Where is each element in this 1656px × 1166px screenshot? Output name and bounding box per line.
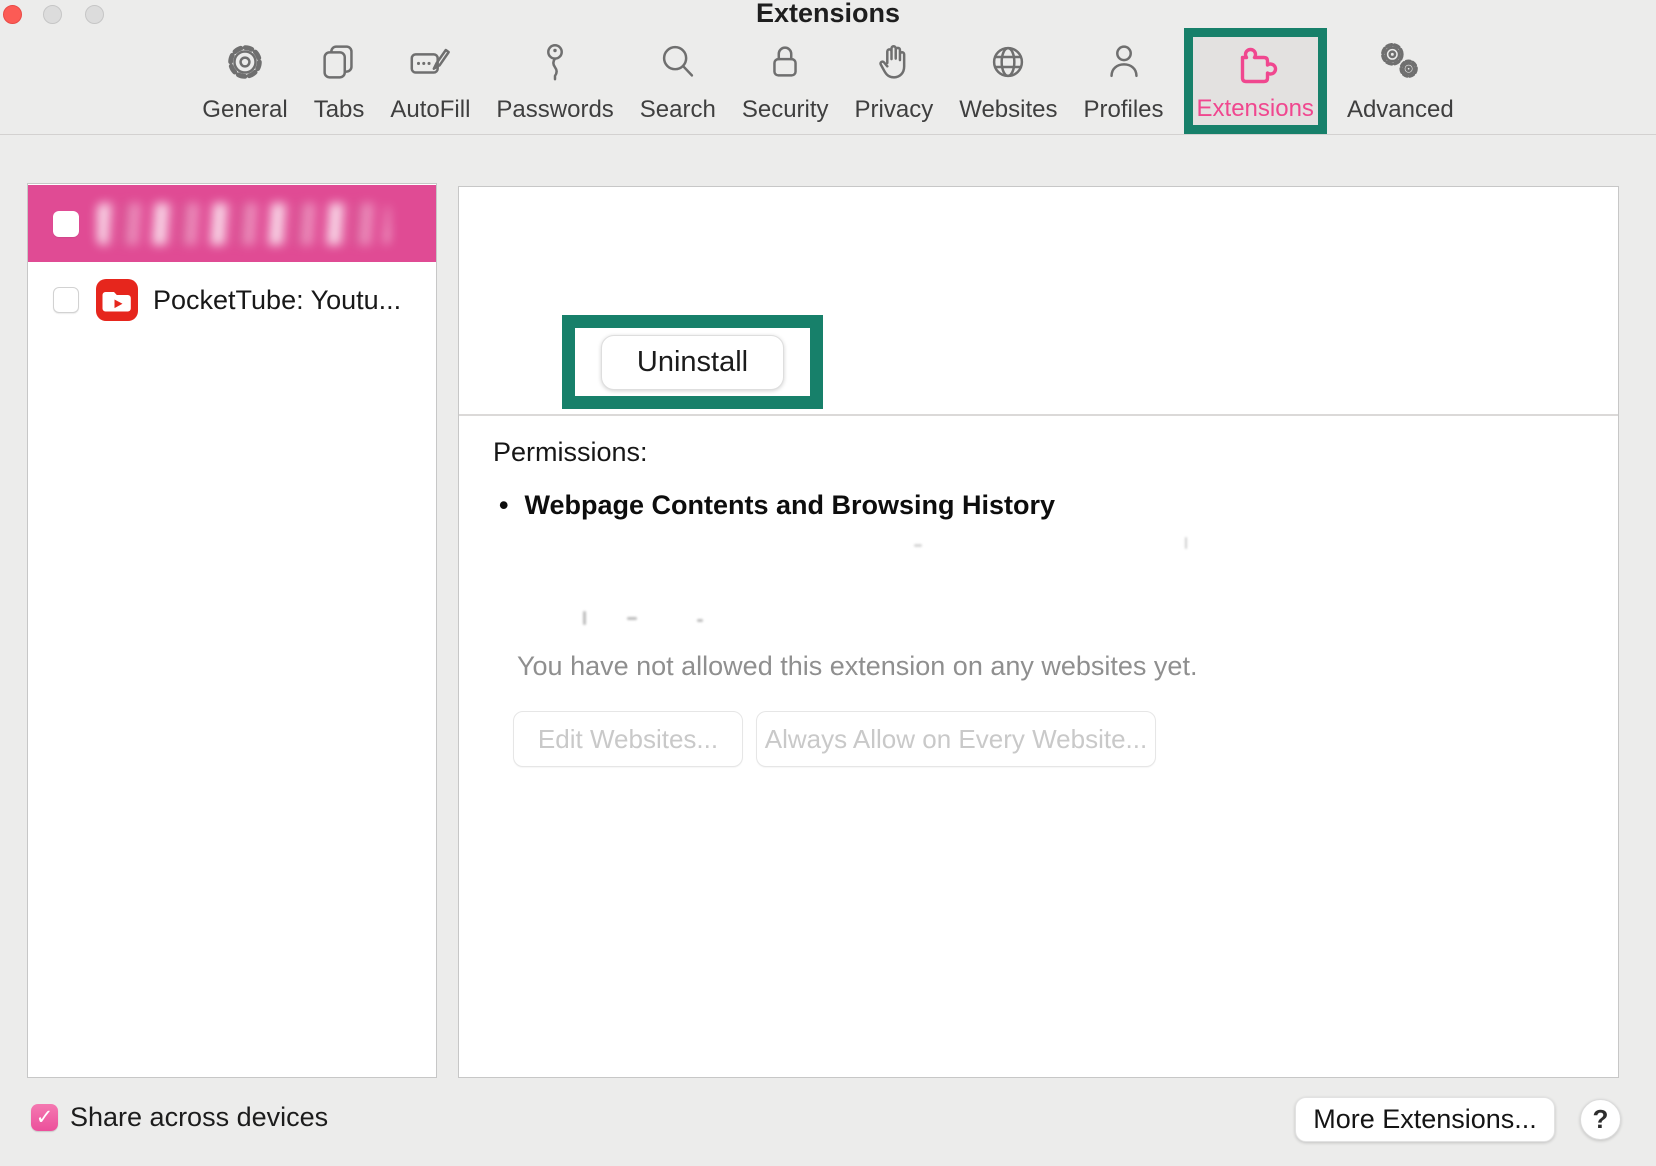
window-title: Extensions: [0, 0, 1656, 29]
hand-icon: [871, 30, 917, 93]
tab-label: Tabs: [314, 96, 365, 124]
tab-label: Privacy: [855, 96, 934, 124]
permission-text: Webpage Contents and Browsing History: [524, 490, 1055, 520]
section-divider: [459, 414, 1618, 416]
extension-enable-checkbox[interactable]: [53, 287, 79, 313]
tab-label: Advanced: [1347, 96, 1454, 124]
edit-websites-button[interactable]: Edit Websites...: [513, 711, 743, 767]
titlebar: Extensions: [0, 0, 1656, 28]
gears-icon: [1375, 30, 1425, 93]
tab-profiles[interactable]: Profiles: [1078, 30, 1170, 134]
tab-label: AutoFill: [390, 96, 470, 124]
blur-artifact: [627, 617, 637, 620]
permissions-heading: Permissions:: [493, 437, 648, 468]
tab-label: General: [202, 96, 287, 124]
tab-label: Search: [640, 96, 716, 124]
website-buttons-row: Edit Websites... Always Allow on Every W…: [513, 711, 1156, 767]
annotation-box-uninstall: Uninstall: [562, 315, 823, 409]
tabs-icon: [316, 30, 362, 93]
key-icon: [532, 30, 578, 93]
permission-item: • Webpage Contents and Browsing History: [499, 490, 1055, 521]
blur-artifact: [914, 544, 922, 547]
preferences-toolbar: General Tabs AutoFill: [0, 26, 1656, 135]
help-button[interactable]: ?: [1580, 1099, 1621, 1140]
extension-row-pockettube[interactable]: PocketTube: Youtu...: [28, 272, 436, 328]
share-label: Share across devices: [70, 1102, 328, 1133]
pockettube-icon: [96, 279, 138, 321]
tab-label: Security: [742, 96, 829, 124]
tab-label: Extensions: [1197, 95, 1314, 123]
always-allow-button[interactable]: Always Allow on Every Website...: [756, 711, 1156, 767]
tab-websites[interactable]: Websites: [953, 30, 1063, 134]
tab-extensions[interactable]: Extensions: [1184, 28, 1327, 134]
share-checkbox-checked[interactable]: [31, 1104, 58, 1131]
tab-passwords[interactable]: Passwords: [490, 30, 619, 134]
tab-search[interactable]: Search: [634, 30, 722, 134]
tab-general[interactable]: General: [196, 30, 293, 134]
gear-icon: [222, 30, 268, 93]
more-extensions-button[interactable]: More Extensions...: [1295, 1097, 1555, 1142]
tab-privacy[interactable]: Privacy: [849, 30, 940, 134]
blur-artifact: [1185, 537, 1187, 549]
puzzle-icon: [1231, 37, 1279, 92]
autofill-icon: [407, 30, 453, 93]
extension-enable-checkbox[interactable]: [53, 211, 79, 237]
person-icon: [1101, 30, 1147, 93]
tab-security[interactable]: Security: [736, 30, 835, 134]
globe-icon: [985, 30, 1031, 93]
tab-tabs[interactable]: Tabs: [308, 30, 371, 134]
search-icon: [655, 30, 701, 93]
extension-name: PocketTube: Youtu...: [153, 285, 401, 316]
blur-artifact: [583, 611, 586, 625]
tab-autofill[interactable]: AutoFill: [384, 30, 476, 134]
lock-icon: [762, 30, 808, 93]
extensions-list-panel: PocketTube: Youtu...: [27, 183, 437, 1078]
extension-detail-panel: Uninstall Permissions: • Webpage Contents…: [458, 186, 1619, 1078]
extension-row-selected[interactable]: [28, 185, 436, 262]
tab-label: Passwords: [496, 96, 613, 124]
bullet-icon: •: [499, 490, 508, 521]
blur-artifact: [697, 619, 703, 622]
tab-label: Profiles: [1084, 96, 1164, 124]
tab-advanced[interactable]: Advanced: [1341, 30, 1460, 134]
share-across-devices-row: Share across devices: [31, 1102, 328, 1133]
uninstall-button[interactable]: Uninstall: [601, 335, 784, 390]
extension-name-redacted: [97, 203, 389, 245]
not-allowed-message: You have not allowed this extension on a…: [517, 651, 1197, 682]
tab-label: Websites: [959, 96, 1057, 124]
